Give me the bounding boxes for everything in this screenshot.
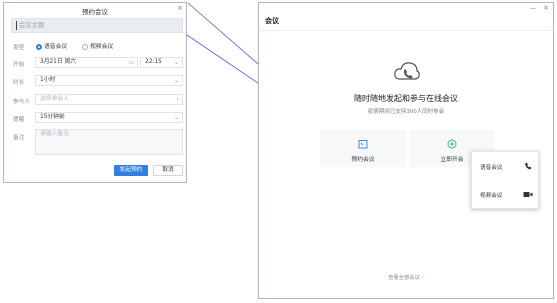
title-divider	[259, 30, 553, 31]
calendar-icon	[358, 140, 368, 149]
phone-icon	[525, 162, 532, 170]
menu-video-label: 视频会议	[480, 193, 503, 199]
close-icon[interactable]: ×	[543, 4, 549, 12]
schedule-meeting-label: 预约会议	[351, 157, 375, 163]
menu-item-video[interactable]: 视频会议	[472, 188, 538, 202]
menu-voice-label: 语音会议	[480, 165, 503, 171]
hero-subtitle: 疫情期间已支持300人同时参会	[367, 109, 445, 115]
plus-circle-icon	[447, 139, 457, 149]
minimize-icon[interactable]: —	[530, 5, 536, 12]
start-meeting-menu: 语音会议 视频会议	[471, 151, 539, 209]
video-camera-icon	[523, 192, 533, 197]
meetings-window: 会议 — × 随时随地发起和参与在线会议 疫情期间已支持300人同时参会 预约会…	[258, 2, 554, 299]
cloud-phone-icon	[394, 62, 420, 80]
schedule-meeting-card[interactable]: 预约会议	[320, 130, 406, 167]
window-title: 会议	[265, 17, 279, 25]
hero-title: 随时随地发起和参与在线会议	[354, 94, 458, 103]
view-all-meetings-link[interactable]: 查看全部会议 ›	[259, 273, 553, 281]
menu-item-voice[interactable]: 语音会议	[472, 160, 538, 174]
